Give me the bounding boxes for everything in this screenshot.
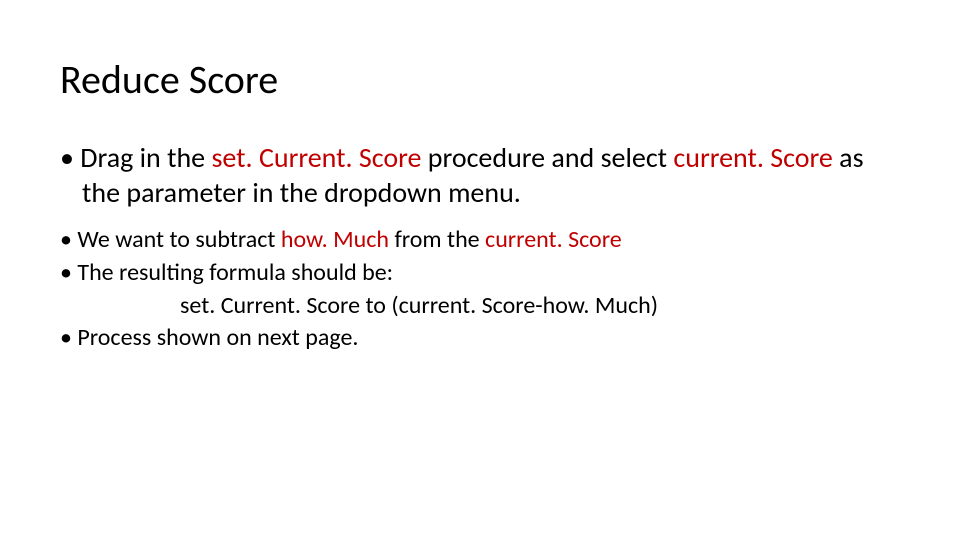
bullet-2-text-pre: • We want to subtract <box>60 225 281 254</box>
bullet-2-howmuch: how. Much <box>281 225 389 254</box>
bullet-1-proc: set. Current. Score <box>211 140 421 175</box>
slide-title: Reduce Score <box>60 55 278 104</box>
slide: Reduce Score • Drag in the set. Current.… <box>0 0 960 540</box>
bullet-2-currentscore: current. Score <box>485 225 622 254</box>
bullet-2: • We want to subtract how. Much from the… <box>60 224 900 255</box>
bullet-1: • Drag in the set. Current. Score proced… <box>60 140 900 210</box>
slide-body: • Drag in the set. Current. Score proced… <box>60 140 900 355</box>
bullet-1-text-pre: • Drag in the <box>60 140 211 175</box>
bullet-1-param: current. Score <box>673 140 832 175</box>
bullet-4: • Process shown on next page. <box>60 322 900 353</box>
bullet-2-text-mid: from the <box>389 225 485 254</box>
bullet-3-formula: set. Current. Score to (current. Score-h… <box>180 290 900 321</box>
bullet-3: • The resulting formula should be: <box>60 257 900 288</box>
bullet-1-text-mid: procedure and select <box>421 140 673 175</box>
